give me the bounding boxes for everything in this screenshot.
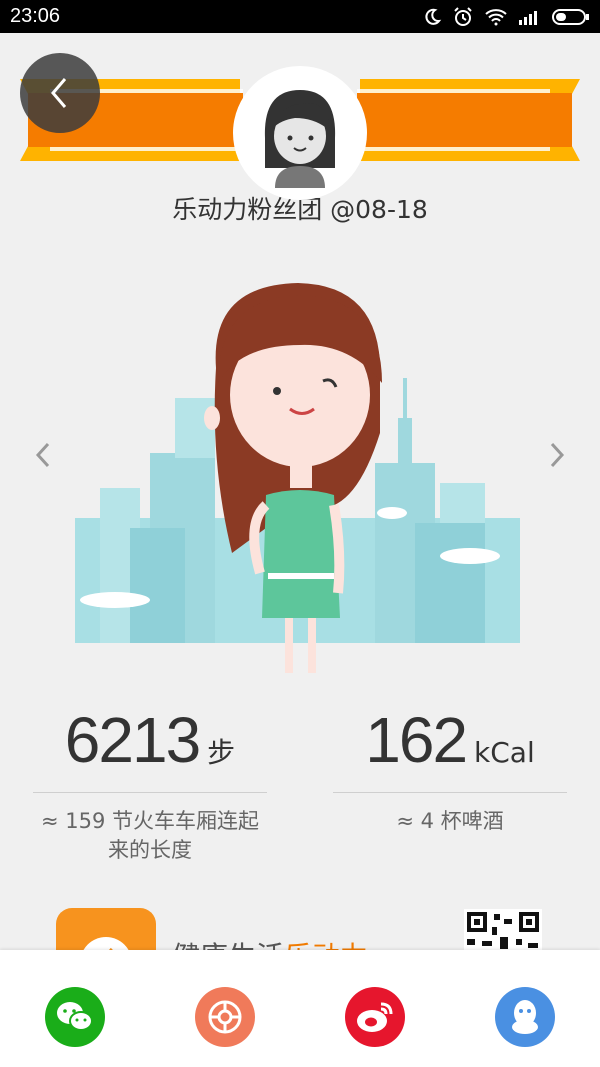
calories-unit: kCal xyxy=(474,736,535,769)
steps-stat: 6213 步 ≈ 159 节火车车厢连起来的长度 xyxy=(33,703,267,865)
share-moments-button[interactable] xyxy=(195,987,255,1047)
moon-icon xyxy=(422,7,442,31)
back-button[interactable] xyxy=(20,53,100,133)
app-logo xyxy=(56,908,156,950)
moments-icon xyxy=(208,1000,242,1034)
app-slogan: 健康生活乐动力 xyxy=(172,935,368,950)
status-time: 23:06 xyxy=(10,5,61,27)
divider xyxy=(333,792,567,793)
qq-icon xyxy=(512,1000,538,1034)
wifi-icon xyxy=(484,8,508,30)
avatar-image xyxy=(245,78,355,188)
status-bar: 23:06 xyxy=(0,0,600,33)
wechat-icon xyxy=(57,1002,93,1031)
slogan-highlight: 乐动力 xyxy=(284,940,368,950)
hero-illustration xyxy=(75,283,520,673)
divider xyxy=(33,792,267,793)
alarm-icon xyxy=(452,6,474,32)
chevron-right-icon xyxy=(550,442,565,468)
slogan-main: 健康生活 xyxy=(172,940,284,950)
status-icons xyxy=(422,6,590,32)
share-qq-button[interactable] xyxy=(495,987,555,1047)
calories-stat: 162 kCal ≈ 4 杯啤酒 xyxy=(333,703,567,836)
share-bar xyxy=(0,950,600,1067)
signal-icon xyxy=(518,9,542,29)
avatar[interactable] xyxy=(233,66,367,200)
chevron-left-icon xyxy=(51,78,67,108)
calories-description: ≈ 4 杯啤酒 xyxy=(396,809,504,833)
steps-description: ≈ 159 节火车车厢连起来的长度 xyxy=(40,809,260,862)
share-wechat-button[interactable] xyxy=(45,987,105,1047)
qr-code xyxy=(464,909,542,950)
share-weibo-button[interactable] xyxy=(345,987,405,1047)
stats-section: 6213 步 ≈ 159 节火车车厢连起来的长度 162 kCal ≈ 4 杯啤酒 xyxy=(0,703,600,862)
battery-icon xyxy=(552,8,590,30)
calories-value: 162 xyxy=(365,704,468,776)
weibo-icon xyxy=(357,1002,393,1032)
steps-value: 6213 xyxy=(64,704,201,776)
chevron-left-icon xyxy=(35,442,50,468)
steps-unit: 步 xyxy=(207,736,236,769)
previous-button[interactable] xyxy=(28,435,58,475)
summary-content: 乐动力粉丝团 @08-18 6213 步 ≈ 159 节火车车厢连起来的长度 1… xyxy=(0,33,600,950)
next-button[interactable] xyxy=(542,435,572,475)
